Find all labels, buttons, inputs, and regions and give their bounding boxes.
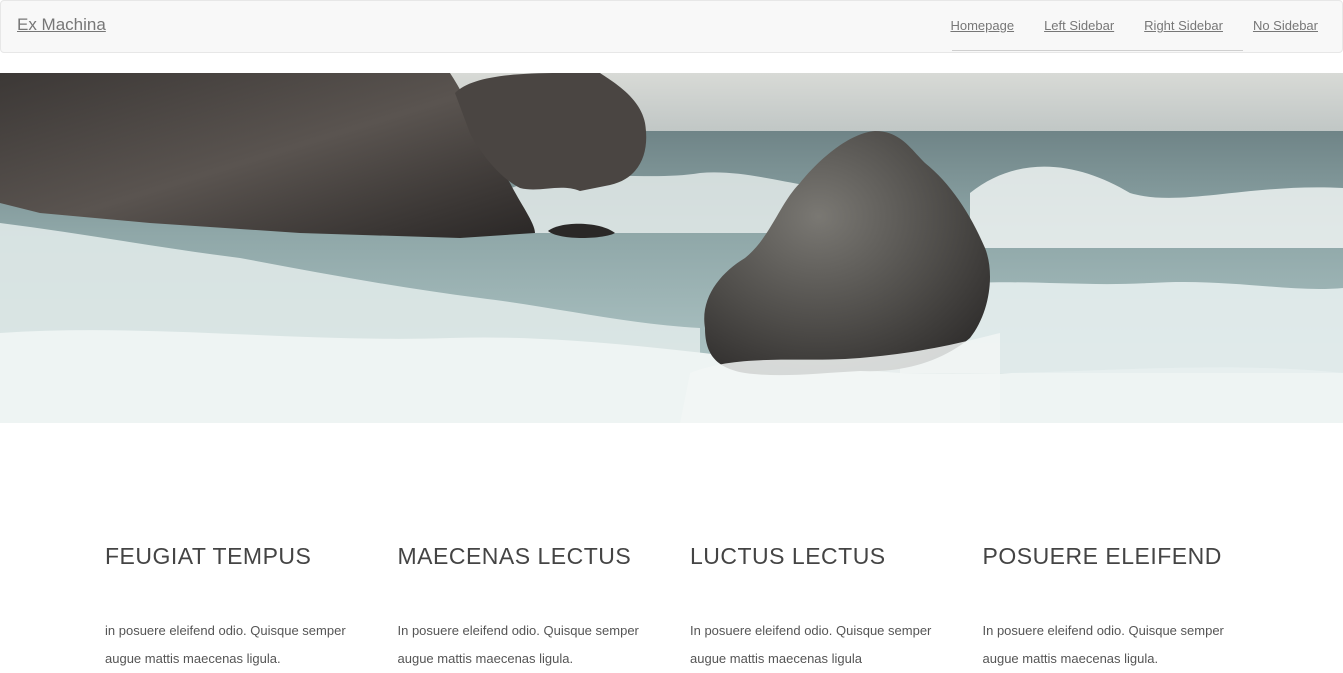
hero-banner-image xyxy=(0,73,1343,423)
feature-column: MAECENAS LECTUS In posuere eleifend odio… xyxy=(398,540,691,673)
feature-title: LUCTUS LECTUS xyxy=(690,543,886,569)
feature-title: POSUERE ELEIFEND xyxy=(982,543,1222,569)
nav-link-left-sidebar[interactable]: Left Sidebar xyxy=(1044,18,1114,33)
feature-title: FEUGIAT TEMPUS xyxy=(105,543,312,569)
feature-column: POSUERE ELEIFEND In posuere eleifend odi… xyxy=(983,540,1276,673)
feature-text: In posuere eleifend odio. Quisque semper… xyxy=(690,623,932,666)
feature-text: In posuere eleifend odio. Quisque semper… xyxy=(982,623,1224,666)
feature-column: FEUGIAT TEMPUS in posuere eleifend odio.… xyxy=(105,540,398,673)
nav-link-no-sidebar[interactable]: No Sidebar xyxy=(1253,18,1318,33)
feature-text: In posuere eleifend odio. Quisque semper… xyxy=(397,623,639,666)
features-row: FEUGIAT TEMPUS in posuere eleifend odio.… xyxy=(105,540,1285,673)
feature-title: MAECENAS LECTUS xyxy=(397,543,632,569)
nav-link-right-sidebar[interactable]: Right Sidebar xyxy=(1144,18,1223,33)
navbar: Ex Machina Homepage Left Sidebar Right S… xyxy=(0,0,1343,53)
nav-active-underline xyxy=(952,50,1243,51)
nav-menu: Homepage Left Sidebar Right Sidebar No S… xyxy=(920,18,1318,33)
feature-text: in posuere eleifend odio. Quisque semper… xyxy=(105,623,346,666)
nav-link-homepage[interactable]: Homepage xyxy=(950,18,1014,33)
brand-link[interactable]: Ex Machina xyxy=(17,15,106,35)
sea-rocks-waves-photo xyxy=(0,73,1343,423)
feature-column: LUCTUS LECTUS In posuere eleifend odio. … xyxy=(690,540,983,673)
